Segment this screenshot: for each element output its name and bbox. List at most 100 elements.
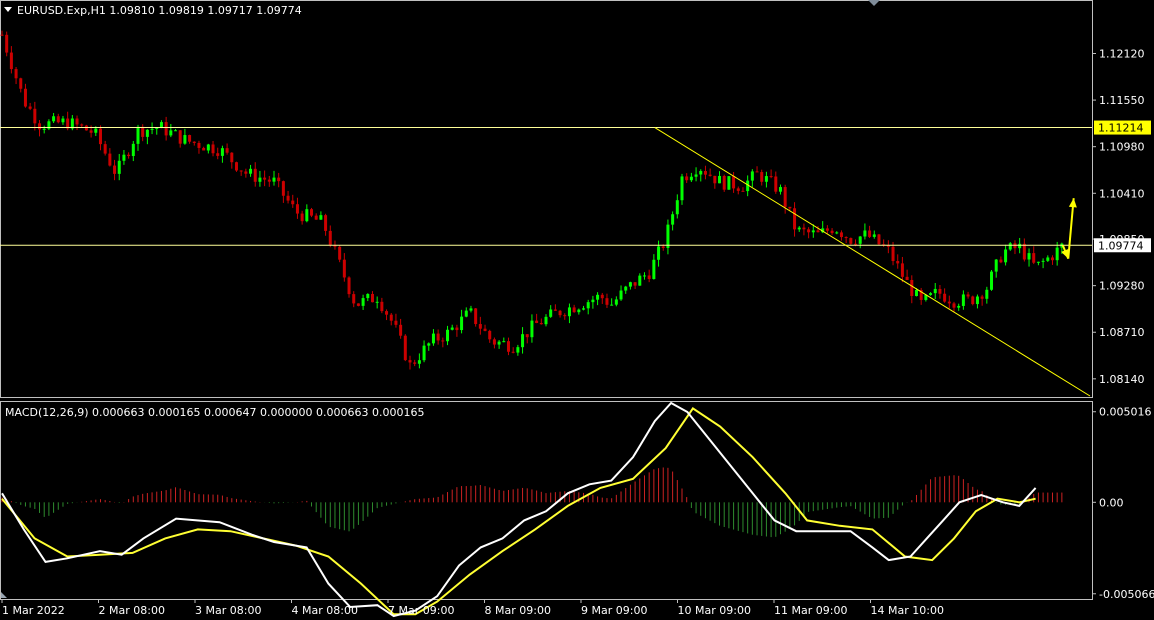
candle-body xyxy=(624,286,628,291)
candle-body xyxy=(450,327,454,330)
candle-body xyxy=(366,293,370,299)
candle-body xyxy=(544,316,548,325)
candle-body xyxy=(1008,243,1012,250)
candle-body xyxy=(638,275,642,286)
candle-body xyxy=(929,293,933,295)
candle-body xyxy=(966,294,970,297)
candle-body xyxy=(661,246,665,248)
candle-body xyxy=(300,213,304,222)
candle-body xyxy=(239,170,243,172)
price-axis-label: 1.12120 xyxy=(1099,47,1145,60)
candle-body xyxy=(249,168,253,174)
candle-body xyxy=(1022,243,1026,260)
candle-body xyxy=(314,215,318,220)
candle-body xyxy=(188,135,192,142)
candle-body xyxy=(422,345,426,361)
candle-body xyxy=(488,330,492,340)
candle-body xyxy=(1032,253,1036,263)
candle-body xyxy=(896,261,900,264)
candle-body xyxy=(0,34,4,36)
candle-body xyxy=(619,290,623,300)
candle-body xyxy=(708,174,712,176)
time-axis-label: 2 Mar 08:00 xyxy=(99,604,165,617)
candle-body xyxy=(586,302,590,309)
candle-body xyxy=(699,171,703,175)
candle-body xyxy=(994,259,998,272)
candle-body xyxy=(980,296,984,299)
candle-body xyxy=(628,282,632,287)
candle-body xyxy=(868,230,872,237)
candle-body xyxy=(605,298,609,305)
candle-body xyxy=(947,301,951,304)
candle-body xyxy=(413,362,417,364)
candle-body xyxy=(483,328,487,331)
candle-body xyxy=(272,177,276,182)
candle-body xyxy=(952,303,956,308)
candle-body xyxy=(192,141,196,143)
candle-body xyxy=(905,276,909,280)
candle-body xyxy=(769,176,773,178)
price-axis-label: 1.11550 xyxy=(1099,94,1145,107)
candle-body xyxy=(108,153,112,166)
candle-body xyxy=(689,176,693,181)
time-axis-label: 7 Mar 09:00 xyxy=(388,604,454,617)
candle-body xyxy=(197,142,201,148)
candle-body xyxy=(577,309,581,313)
candle-body xyxy=(150,128,154,130)
candle-body xyxy=(675,200,679,215)
candle-body xyxy=(174,130,178,132)
trading-chart[interactable]: 1.121201.115501.109801.104101.098501.092… xyxy=(0,0,1154,620)
candle-body xyxy=(455,327,459,331)
candle-body xyxy=(497,341,501,345)
candle-body xyxy=(380,301,384,312)
candle-body xyxy=(206,144,210,151)
candle-body xyxy=(178,130,182,144)
candle-body xyxy=(1036,261,1040,263)
candle-body xyxy=(211,144,215,154)
candle-body xyxy=(145,129,149,137)
candle-body xyxy=(342,259,346,278)
candle-body xyxy=(732,176,736,189)
candle-body xyxy=(652,259,656,280)
candle-body xyxy=(370,293,374,303)
candle-body xyxy=(685,176,689,181)
candle-body xyxy=(14,69,18,79)
candle-body xyxy=(900,263,904,277)
candle-body xyxy=(807,229,811,233)
candle-body xyxy=(375,301,379,303)
macd-axis-label: 0.005016 xyxy=(1099,406,1152,419)
candle-body xyxy=(943,293,947,302)
candle-body xyxy=(361,298,365,306)
candle-body xyxy=(502,341,506,343)
candle-body xyxy=(291,200,295,205)
candle-body xyxy=(971,296,975,305)
candle-body xyxy=(389,314,393,321)
candle-body xyxy=(258,177,262,182)
candle-body xyxy=(352,294,356,304)
candle-body xyxy=(755,171,759,173)
time-axis-label: 8 Mar 09:00 xyxy=(485,604,551,617)
candle-body xyxy=(225,148,229,153)
candle-body xyxy=(234,162,238,171)
candle-body xyxy=(169,130,173,136)
candle-body xyxy=(839,232,843,238)
candle-body xyxy=(202,147,206,151)
symbol-header: EURUSD.Exp,H1 1.09810 1.09819 1.09717 1.… xyxy=(17,4,302,17)
candle-body xyxy=(286,195,290,201)
candle-body xyxy=(394,320,398,325)
candle-body xyxy=(155,127,159,129)
candle-body xyxy=(830,230,834,234)
candle-body xyxy=(267,179,271,182)
candle-body xyxy=(52,116,56,122)
candle-body xyxy=(436,333,440,341)
candle-body xyxy=(33,108,37,124)
candle-body xyxy=(478,324,482,329)
candle-body xyxy=(356,303,360,306)
candle-body xyxy=(671,214,675,225)
candle-body xyxy=(657,246,661,260)
price-axis-label: 1.09280 xyxy=(1099,280,1145,293)
candle-body xyxy=(722,175,726,190)
current-price-label: 1.09774 xyxy=(1098,239,1144,252)
candle-body xyxy=(990,271,994,290)
candle-body xyxy=(999,259,1003,263)
